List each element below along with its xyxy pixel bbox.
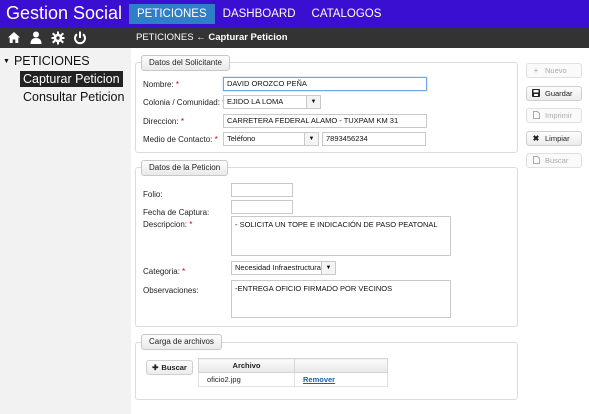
chevron-down-icon[interactable]: ▼	[321, 262, 335, 274]
descripcion-textarea[interactable]: - SOLICITA UN TOPE E INDICACIÓN DE PASO …	[231, 216, 451, 256]
direccion-input[interactable]: CARRETERA FEDERAL ALAMO - TUXPAM KM 31	[223, 114, 427, 128]
fecha-captura-input[interactable]	[231, 200, 293, 214]
nuevo-label: Nuevo	[545, 66, 567, 75]
document-icon	[532, 110, 540, 121]
imprimir-label: Imprimir	[545, 111, 573, 120]
home-icon[interactable]	[6, 30, 22, 46]
nav-tab-peticiones[interactable]: PETICIONES	[129, 4, 215, 24]
categoria-label: Categoria: *	[143, 267, 186, 276]
colonia-label: Colonia / Comunidad: *	[143, 98, 225, 107]
archivos-legend: Carga de archivos	[141, 334, 222, 350]
direccion-label: Direccion: *	[143, 117, 184, 126]
document-icon	[532, 155, 540, 166]
buscar-archivo-label: Buscar	[161, 363, 187, 372]
buscar-archivo-button[interactable]: ✚ Buscar	[146, 360, 193, 375]
breadcrumb-arrow-icon: ←	[196, 32, 206, 43]
file-name-cell: oficio2.jpg	[198, 372, 295, 387]
colonia-select[interactable]: EJIDO LA LOMA ▼	[223, 95, 321, 109]
sidebar: ▼ PETICIONES Capturar Peticion Consultar…	[0, 48, 131, 414]
breadcrumb-current: Capturar Peticion	[208, 32, 288, 43]
observaciones-label: Observaciones:	[143, 286, 199, 295]
peticion-legend: Datos de la Peticion	[141, 160, 229, 176]
nav-tab-catalogos[interactable]: CATALOGOS	[304, 4, 390, 24]
chevron-down-icon[interactable]: ▼	[306, 96, 320, 108]
quick-icons-bar	[0, 27, 131, 48]
medio-contacto-select[interactable]: Teléfono ▼	[223, 132, 319, 146]
column-header-archivo[interactable]: Archivo	[198, 358, 295, 373]
medio-contacto-label: Medio de Contacto: *	[143, 135, 218, 144]
categoria-select[interactable]: Necesidad Infraestructura ▼	[231, 261, 336, 275]
nuevo-button[interactable]: + Nuevo	[526, 63, 582, 78]
sidebar-root-label: PETICIONES	[13, 54, 90, 68]
nombre-input[interactable]: DAVID OROZCO PEÑA	[223, 77, 427, 91]
fecha-captura-label: Fecha de Captura:	[143, 208, 210, 217]
user-icon[interactable]	[28, 30, 44, 46]
top-navbar: Gestion Social PETICIONES DASHBOARD CATA…	[0, 0, 589, 27]
imprimir-button[interactable]: Imprimir	[526, 108, 582, 123]
gear-icon[interactable]	[50, 30, 66, 46]
caret-down-icon[interactable]: ▼	[3, 58, 10, 65]
column-header-accion	[294, 358, 388, 373]
guardar-button[interactable]: Guardar	[526, 86, 582, 101]
solicitante-legend: Datos del Solicitante	[141, 55, 230, 71]
limpiar-label: Limpiar	[545, 134, 570, 143]
sidebar-item-capturar-peticion[interactable]: Capturar Peticion	[20, 71, 123, 87]
remover-link[interactable]: Remover	[303, 375, 335, 384]
sidebar-tree-root[interactable]: ▼ PETICIONES	[3, 54, 90, 68]
plus-icon: +	[533, 66, 539, 75]
breadcrumb: PETICIONES ← Capturar Peticion	[131, 27, 589, 48]
nombre-label: Nombre: *	[143, 80, 180, 89]
nav-tab-dashboard[interactable]: DASHBOARD	[215, 4, 304, 24]
sidebar-item-consultar-peticion[interactable]: Consultar Peticion	[20, 89, 127, 105]
power-icon[interactable]	[72, 30, 88, 46]
top-nav: PETICIONES DASHBOARD CATALOGOS	[129, 4, 389, 24]
close-icon: ✖	[532, 134, 540, 143]
table-row: oficio2.jpg Remover	[198, 372, 388, 387]
breadcrumb-parent[interactable]: PETICIONES	[136, 32, 194, 43]
save-icon	[532, 88, 540, 99]
folio-label: Folio:	[143, 190, 163, 199]
folio-input[interactable]	[231, 183, 293, 197]
chevron-down-icon[interactable]: ▼	[304, 133, 318, 145]
guardar-label: Guardar	[545, 89, 573, 98]
file-action-cell: Remover	[294, 372, 388, 387]
buscar-label: Buscar	[545, 156, 569, 165]
plus-icon: ✚	[152, 363, 159, 372]
observaciones-textarea[interactable]: -ENTREGA OFICIO FIRMADO POR VECINOS	[231, 280, 451, 318]
telefono-input[interactable]: 7893456234	[322, 132, 426, 146]
app-title[interactable]: Gestion Social	[6, 2, 122, 24]
descripcion-label: Descripcion: *	[143, 220, 193, 229]
files-table: Archivo oficio2.jpg Remover	[198, 358, 388, 387]
limpiar-button[interactable]: ✖ Limpiar	[526, 131, 582, 146]
buscar-button[interactable]: Buscar	[526, 153, 582, 168]
